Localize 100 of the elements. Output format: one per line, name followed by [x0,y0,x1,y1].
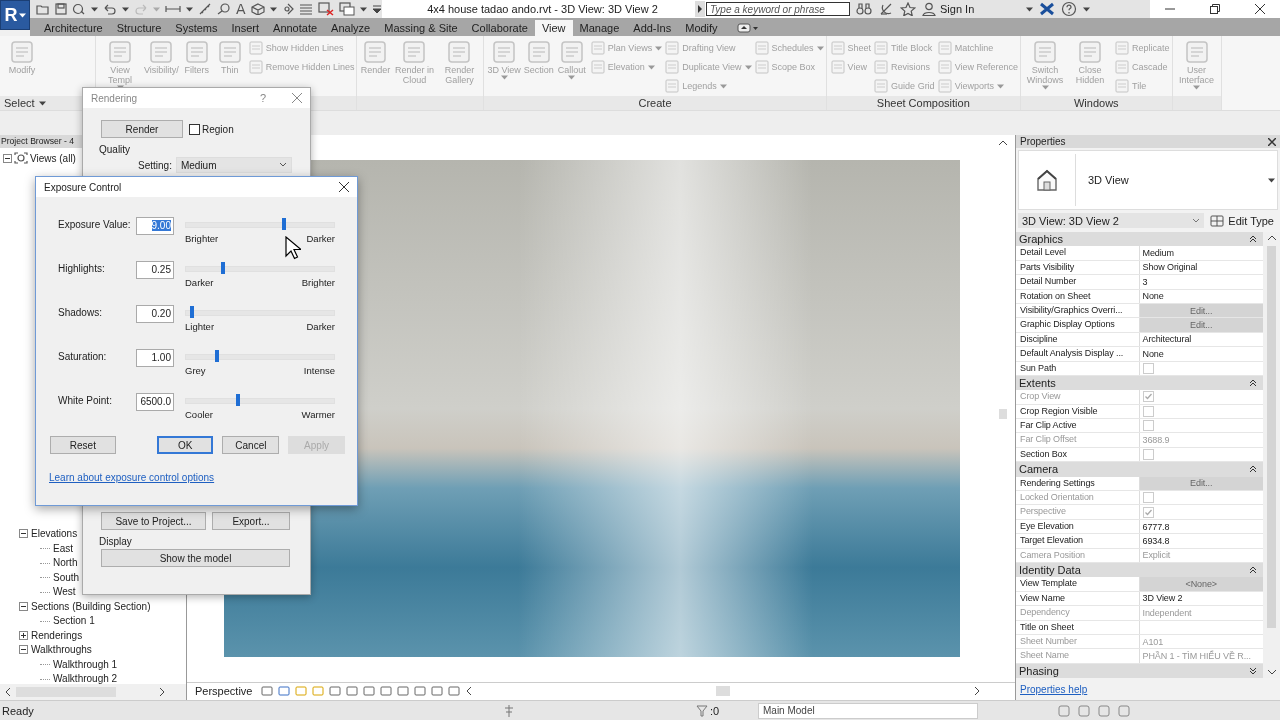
tree-item[interactable]: West [53,586,76,598]
ribbon-tab[interactable]: Analyze [324,20,378,36]
scrollbar-thumb[interactable] [999,409,1007,419]
value-field[interactable]: 1.00 [136,349,174,367]
value-field[interactable]: 6500.0 [136,393,174,411]
help-link[interactable]: Learn about exposure control options [49,472,345,483]
slider-thumb[interactable] [221,262,225,274]
group-header[interactable]: Camera [1019,463,1059,476]
type-selector[interactable]: 3D View [1018,150,1278,210]
render-button[interactable]: Render [101,120,183,138]
application-menu-button[interactable]: R [0,0,30,30]
open-folder-icon[interactable] [36,3,50,15]
save-icon[interactable] [55,3,67,15]
scrollbar-thumb[interactable] [1267,246,1276,628]
dialog-button[interactable]: Cancel [222,436,280,454]
collapse-icon[interactable] [19,529,28,539]
dimension-icon[interactable] [165,3,181,15]
property-value[interactable]: 6934.8 [1142,535,1170,546]
scrollbar-thumb[interactable] [716,686,731,696]
show-model-button[interactable]: Show the model [101,549,290,567]
view-control-icon[interactable] [363,685,376,697]
expand-icon[interactable] [19,630,28,640]
close-icon[interactable] [1255,4,1265,14]
export-button[interactable]: Export... [212,512,290,530]
help-icon[interactable] [1061,1,1078,17]
slider-thumb[interactable] [235,394,240,406]
filter-icon[interactable] [696,704,708,717]
tree-item[interactable]: Renderings [31,629,83,641]
caret-icon[interactable] [38,100,46,106]
panel-toggle-icon[interactable] [736,22,759,34]
restore-icon[interactable] [1210,4,1220,14]
view-control-icon[interactable] [380,685,393,697]
model-field[interactable]: Main Model [758,702,978,719]
tree-item[interactable]: South [53,571,80,583]
property-value[interactable]: 6777.8 [1142,521,1170,532]
undo-icon[interactable] [103,3,117,15]
edit-button[interactable]: Edit... [1139,320,1263,331]
save-to-project-button[interactable]: Save to Project... [101,512,206,530]
value-field[interactable]: 9.00 [136,217,174,235]
customize-icon[interactable] [371,4,382,14]
view-control-icon[interactable] [261,685,274,697]
ribbon-tab[interactable]: Systems [168,20,225,36]
ribbon-tab[interactable]: Annotate [266,20,325,36]
collapse-icon[interactable] [3,153,12,163]
tree-item[interactable]: Walkthrough 2 [53,673,118,684]
tree-item[interactable]: Elevations [31,528,78,540]
scroll-up-icon[interactable] [1266,234,1277,242]
scroll-up-icon[interactable] [998,139,1008,147]
dialog-button[interactable]: OK [156,436,214,454]
caret-icon[interactable] [186,6,193,12]
tree-item[interactable]: Walkthrough 1 [53,658,118,670]
property-value[interactable]: Show Original [1142,262,1198,273]
star-icon[interactable] [900,2,916,16]
windows-icon[interactable] [338,2,355,16]
caret-icon[interactable] [1083,6,1091,12]
group-header[interactable]: Extents [1019,377,1056,390]
tree-item[interactable]: Views (all) [30,152,76,164]
setting-dropdown[interactable]: Medium [175,157,292,173]
collapse-icon[interactable] [1249,379,1257,388]
scroll-down-icon[interactable] [1266,668,1277,676]
ribbon-tab[interactable]: Modify [678,20,725,36]
binoculars-icon[interactable] [856,2,872,16]
tree-item[interactable]: Sections (Building Section) [31,600,151,612]
scroll-right-icon[interactable] [158,687,166,697]
collapse-icon[interactable] [1249,235,1257,244]
slider-thumb[interactable] [189,306,194,318]
caret-icon[interactable] [1268,177,1275,183]
workset-icon[interactable] [502,703,516,718]
help-button[interactable]: ? [259,92,266,104]
ribbon-tab[interactable]: Collaborate [464,20,535,36]
property-value[interactable]: 3D View 2 [1142,593,1183,604]
section-icon[interactable] [281,3,294,15]
collapse-icon[interactable] [19,601,28,611]
value-field[interactable]: 0.20 [136,305,174,323]
collapse-icon[interactable] [19,645,28,655]
value-field[interactable]: 0.25 [136,261,174,279]
search-field[interactable]: Type a keyword or phrase [706,2,850,16]
view-control-icon[interactable] [431,685,444,697]
checkbox[interactable] [189,123,200,135]
dialog-button[interactable]: Reset [50,436,116,454]
slider-thumb[interactable] [215,350,220,362]
edit-button[interactable]: <None> [1139,579,1263,590]
edit-button[interactable]: Edit... [1139,478,1263,489]
ribbon-tab[interactable]: Manage [572,20,627,36]
instance-dropdown[interactable]: 3D View: 3D View 2 [1018,213,1205,228]
ribbon-tab[interactable]: Architecture [37,20,110,36]
property-value[interactable]: None [1142,348,1164,359]
property-value[interactable]: None [1142,291,1164,302]
property-value[interactable]: 3 [1142,276,1148,287]
ribbon-tab[interactable]: Insert [224,20,267,36]
view-control-icon[interactable] [329,685,342,697]
group-header[interactable]: Graphics [1019,233,1064,246]
property-value[interactable]: Medium [1142,248,1174,259]
exchange-icon[interactable] [1039,2,1056,16]
caret-icon[interactable] [1026,6,1034,12]
property-value[interactable]: Architectural [1142,334,1192,345]
ribbon-tab[interactable]: View [534,20,573,36]
measure-icon[interactable] [198,3,212,15]
caret-icon[interactable] [122,6,129,12]
close-windows-icon[interactable] [317,2,334,16]
